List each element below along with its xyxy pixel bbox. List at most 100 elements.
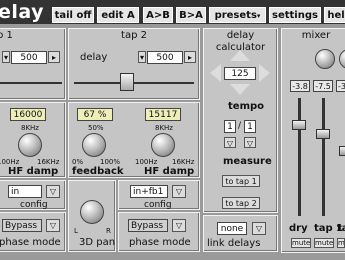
- tap2-config-label: config: [144, 200, 172, 210]
- mixer-panel: [281, 28, 345, 253]
- link-delays-label: link delays: [207, 238, 261, 249]
- dry-fader-track[interactable]: [298, 98, 301, 216]
- to-tap1-button[interactable]: to tap 1: [222, 175, 260, 187]
- edit-a-button[interactable]: edit A: [97, 7, 139, 23]
- measure-label: measure: [223, 156, 272, 167]
- mute-dry-button[interactable]: mute: [291, 238, 311, 248]
- chevron-down-icon: ▾: [256, 12, 261, 20]
- tap2-delay-up-button[interactable]: ▸: [184, 51, 196, 63]
- mixer-tap2-label: ta: [337, 223, 345, 234]
- tempo-right-icon[interactable]: [259, 64, 270, 82]
- tap2-phase-label: phase mode: [129, 237, 191, 248]
- tap2-hf-scale-right: 16KHz: [172, 158, 195, 166]
- tempo-field[interactable]: 125: [224, 67, 256, 80]
- tap1-hf-field[interactable]: 16000: [10, 108, 46, 121]
- tap2-feedback-field[interactable]: 67 %: [77, 108, 113, 121]
- chevron-down-icon: ▾: [139, 53, 144, 62]
- tap1-config-select[interactable]: in: [8, 185, 42, 198]
- tap1-title: p 1: [0, 30, 13, 41]
- mixer-pan-knob-1[interactable]: [315, 49, 335, 69]
- tap2-feedback-label: feedback: [72, 166, 124, 177]
- chevron-right-icon: ▸: [187, 53, 192, 62]
- tap2-feedback-scale-top: 50%: [88, 124, 104, 132]
- tap2-pan-left: L: [74, 227, 78, 235]
- b-to-a-button[interactable]: B>A: [176, 7, 206, 23]
- tap1-delay-slider[interactable]: [0, 82, 62, 84]
- tap2-delay-field[interactable]: 500: [147, 51, 183, 64]
- to-tap2-button[interactable]: to tap 2: [222, 197, 260, 209]
- tap1-phase-label: phase mode: [0, 237, 61, 248]
- tap1-delay-field[interactable]: 500: [11, 51, 47, 64]
- tap2-pan-right: R: [106, 227, 111, 235]
- mixer-value-tap2: -3: [336, 80, 345, 92]
- tap2-hf-scale-top: 8KHz: [155, 124, 173, 132]
- link-delays-dropdown[interactable]: ▽: [252, 222, 266, 235]
- chevron-down-icon: ▽: [175, 221, 183, 230]
- tap2-pan-knob[interactable]: [80, 200, 104, 224]
- link-delays-select[interactable]: none: [217, 222, 247, 235]
- tap1-hf-scale-right: 16KHz: [37, 158, 60, 166]
- tap2-config-select[interactable]: in+fb1: [130, 185, 168, 198]
- tap2-title: tap 2: [121, 30, 147, 41]
- mute-tap1-button[interactable]: mute: [314, 238, 334, 248]
- mixer-dry-label: dry: [289, 223, 308, 234]
- mute-tap2-button[interactable]: mute: [337, 238, 345, 248]
- chevron-down-icon: ▽: [49, 221, 57, 230]
- presets-menu[interactable]: presets▾: [209, 7, 266, 23]
- measure-numerator[interactable]: 1: [224, 120, 236, 133]
- chevron-down-icon: ▽: [226, 139, 234, 148]
- a-to-b-button[interactable]: A>B: [143, 7, 173, 23]
- tap1-hf-scale-left: 100Hz: [0, 158, 20, 166]
- tempo-up-icon[interactable]: [230, 50, 250, 61]
- tap2-delay-down-button[interactable]: ▾: [138, 51, 146, 63]
- measure-separator: /: [238, 121, 242, 131]
- chevron-down-icon: ▽: [255, 224, 263, 233]
- tap1-config-label: config: [20, 200, 48, 210]
- tap1-phase-dropdown[interactable]: ▽: [46, 219, 60, 232]
- tap2-delay-slider[interactable]: [74, 82, 194, 84]
- chevron-down-icon: ▽: [175, 187, 183, 196]
- measure-denominator[interactable]: 1: [244, 120, 256, 133]
- chevron-down-icon: ▾: [3, 53, 8, 62]
- tap1-phase-select[interactable]: Bypass: [2, 219, 42, 232]
- tap2-hf-field[interactable]: 15117: [145, 108, 181, 121]
- app-logo: elay: [0, 1, 45, 23]
- tap1-hf-knob[interactable]: [18, 133, 42, 157]
- tap1-hf-label: HF damp: [8, 166, 59, 177]
- tempo-down-icon[interactable]: [230, 84, 250, 95]
- tap2-config-dropdown[interactable]: ▽: [172, 185, 186, 198]
- measure-denominator-dropdown[interactable]: ▽: [244, 137, 256, 148]
- tap2-delay-label: delay: [80, 52, 108, 63]
- chevron-right-icon: ▸: [51, 53, 56, 62]
- tap1-fader-track[interactable]: [322, 98, 325, 216]
- tap2-phase-dropdown[interactable]: ▽: [172, 219, 186, 232]
- settings-button[interactable]: settings: [269, 7, 321, 23]
- tempo-label: tempo: [228, 101, 265, 112]
- tap1-delay-down-button[interactable]: ▾: [2, 51, 10, 63]
- tap2-pan-label: 3D pan: [79, 237, 116, 248]
- dry-fader-thumb[interactable]: [292, 120, 306, 130]
- measure-numerator-dropdown[interactable]: ▽: [224, 137, 236, 148]
- tap1-fader-thumb[interactable]: [316, 129, 330, 139]
- tap2-hf-scale-left: 100Hz: [135, 158, 158, 166]
- tap2-hf-knob[interactable]: [151, 133, 175, 157]
- tap2-delay-slider-thumb[interactable]: [120, 73, 134, 91]
- presets-label: presets: [214, 10, 257, 21]
- tempo-left-icon[interactable]: [210, 64, 221, 82]
- tap2-fader-thumb[interactable]: [339, 146, 345, 156]
- tap1-hf-scale-top: 8KHz: [21, 124, 39, 132]
- tap2-hf-label: HF damp: [144, 166, 195, 177]
- mixer-title: mixer: [301, 30, 331, 41]
- tap2-feedback-scale-right: 100%: [100, 158, 121, 166]
- tail-off-button[interactable]: tail off: [52, 7, 94, 23]
- chevron-down-icon: ▽: [246, 139, 254, 148]
- mixer-value-dry: -3.8: [290, 80, 310, 92]
- tap2-feedback-knob[interactable]: [82, 133, 106, 157]
- tap1-config-dropdown[interactable]: ▽: [46, 185, 60, 198]
- tap2-feedback-scale-left: 0%: [72, 158, 84, 166]
- chevron-down-icon: ▽: [49, 187, 57, 196]
- tap1-delay-up-button[interactable]: ▸: [48, 51, 60, 63]
- tap2-phase-select[interactable]: Bypass: [128, 219, 168, 232]
- mixer-value-tap1: -7.5: [313, 80, 333, 92]
- help-button[interactable]: hel: [324, 7, 345, 23]
